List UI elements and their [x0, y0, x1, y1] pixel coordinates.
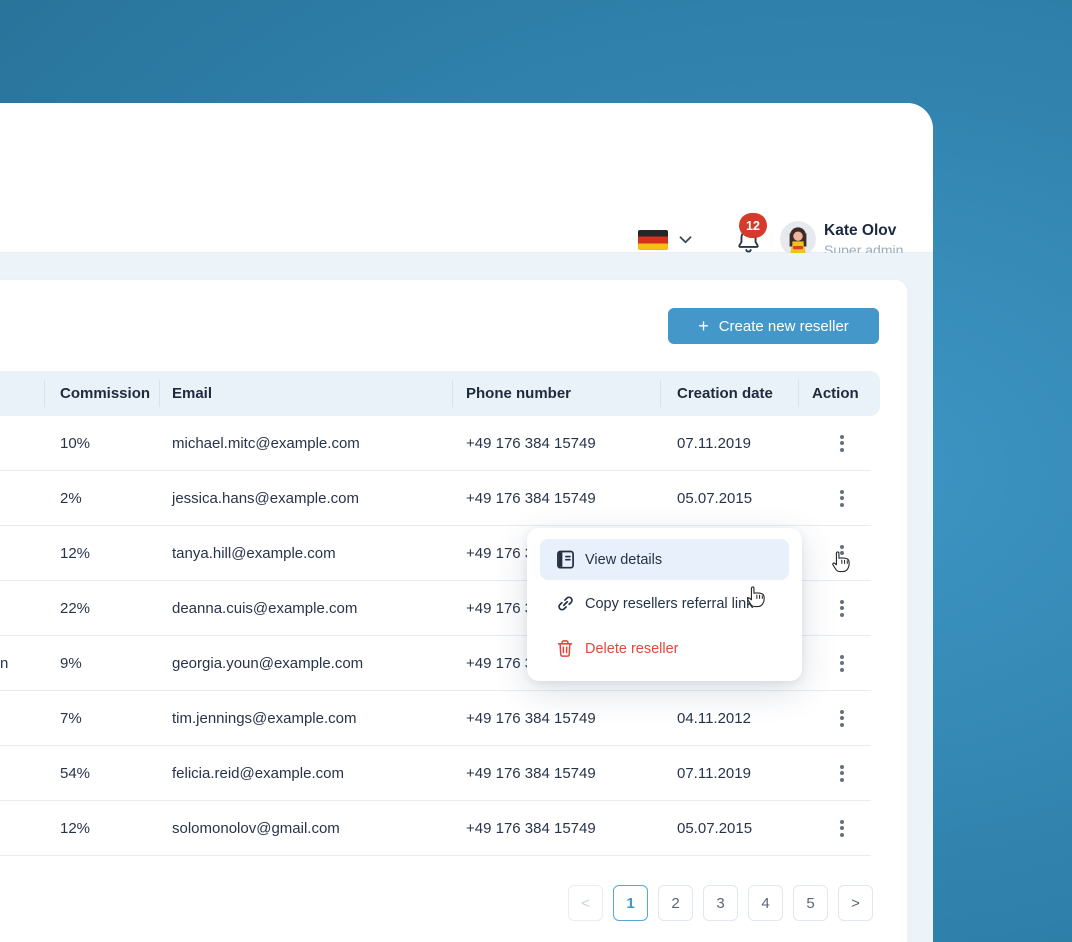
table-row: 2% jessica.hans@example.com +49 176 384 …: [0, 471, 871, 526]
column-divider: [798, 380, 799, 407]
cell-commission: 2%: [60, 489, 82, 507]
trash-icon: [556, 639, 575, 658]
cell-commission: 54%: [60, 764, 91, 782]
menu-item-label: Copy resellers referral link: [585, 595, 754, 612]
pagination: < 1 2 3 4 5 >: [568, 885, 873, 921]
avatar: [780, 221, 816, 257]
cell-commission: 9%: [60, 654, 82, 672]
cell-email: georgia.youn@example.com: [172, 654, 364, 672]
row-actions-button[interactable]: [834, 539, 850, 568]
cell-date: 05.07.2015: [677, 489, 753, 507]
col-commission: Commission: [60, 385, 151, 402]
app-screen: 12 Kate Olov Super admin + Create new re…: [0, 0, 1072, 942]
page-button-4[interactable]: 4: [748, 885, 783, 921]
cell-commission: 10%: [60, 434, 91, 452]
woman-avatar-icon: [780, 221, 816, 257]
page-next-button[interactable]: >: [838, 885, 873, 921]
main-panel: 12 Kate Olov Super admin + Create new re…: [0, 103, 933, 942]
page-button-3[interactable]: 3: [703, 885, 738, 921]
notification-badge: 12: [739, 213, 767, 238]
cell-email: tanya.hill@example.com: [172, 544, 336, 562]
cell-phone: +49 176 384 15749: [466, 434, 596, 452]
column-divider: [452, 380, 453, 407]
col-action: Action: [812, 385, 859, 402]
menu-item-label: Delete reseller: [585, 640, 679, 657]
menu-item-copy-referral-link[interactable]: Copy resellers referral link: [540, 580, 789, 627]
cell-name-fragment: n: [0, 654, 9, 672]
row-actions-button[interactable]: [834, 429, 850, 458]
language-selector[interactable]: [638, 230, 692, 250]
column-divider: [44, 380, 45, 407]
page-button-2[interactable]: 2: [658, 885, 693, 921]
cell-commission: 12%: [60, 819, 91, 837]
cell-email: tim.jennings@example.com: [172, 709, 357, 727]
page-button-5[interactable]: 5: [793, 885, 828, 921]
cell-email: michael.mitc@example.com: [172, 434, 360, 452]
menu-item-delete-reseller[interactable]: Delete reseller: [540, 627, 789, 670]
cell-phone: +49 176 384 15749: [466, 709, 596, 727]
col-creation-date: Creation date: [677, 385, 773, 402]
cell-commission: 12%: [60, 544, 91, 562]
row-actions-button[interactable]: [834, 594, 850, 623]
cell-email: felicia.reid@example.com: [172, 764, 344, 782]
journal-icon: [556, 550, 575, 569]
page-prev-button[interactable]: <: [568, 885, 603, 921]
row-actions-button[interactable]: [834, 759, 850, 788]
cell-commission: 22%: [60, 599, 91, 617]
column-divider: [660, 380, 661, 407]
cell-date: 04.11.2012: [677, 709, 751, 727]
col-phone-number: Phone number: [466, 385, 572, 402]
cell-phone: +49 176 384 15749: [466, 489, 596, 507]
table-row: 54% felicia.reid@example.com +49 176 384…: [0, 746, 871, 801]
row-actions-button[interactable]: [834, 484, 850, 513]
topbar: 12 Kate Olov Super admin: [0, 103, 933, 258]
cell-email: jessica.hans@example.com: [172, 489, 359, 507]
chevron-down-icon: [679, 236, 692, 244]
table-row: 10% michael.mitc@example.com +49 176 384…: [0, 416, 871, 471]
row-actions-button[interactable]: [834, 704, 850, 733]
cell-date: 05.07.2015: [677, 819, 753, 837]
table-header-row: Commission Email Phone number Creation d…: [0, 371, 880, 416]
cell-date: 07.11.2019: [677, 434, 751, 452]
context-menu: View details Copy resellers referral lin…: [527, 528, 802, 681]
link-icon: [556, 594, 575, 613]
user-name: Kate Olov: [824, 222, 897, 239]
table-row: 12% solomonolov@gmail.com +49 176 384 15…: [0, 801, 871, 856]
menu-item-label: View details: [585, 551, 663, 568]
cell-email: solomonolov@gmail.com: [172, 819, 340, 837]
column-divider: [159, 380, 160, 407]
cell-date: 07.11.2019: [677, 764, 751, 782]
german-flag-icon: [638, 230, 668, 250]
create-reseller-button[interactable]: + Create new reseller: [668, 308, 879, 344]
cell-commission: 7%: [60, 709, 82, 727]
col-email: Email: [172, 385, 213, 402]
cell-phone: +49 176 384 15749: [466, 819, 596, 837]
page-button-1[interactable]: 1: [613, 885, 648, 921]
create-reseller-label: Create new reseller: [718, 317, 849, 335]
cell-email: deanna.cuis@example.com: [172, 599, 358, 617]
plus-icon: +: [698, 315, 709, 336]
menu-item-view-details[interactable]: View details: [540, 539, 789, 580]
cell-phone: +49 176 384 15749: [466, 764, 596, 782]
row-actions-button[interactable]: [834, 814, 850, 843]
row-actions-button[interactable]: [834, 649, 850, 678]
table-row: 7% tim.jennings@example.com +49 176 384 …: [0, 691, 871, 746]
